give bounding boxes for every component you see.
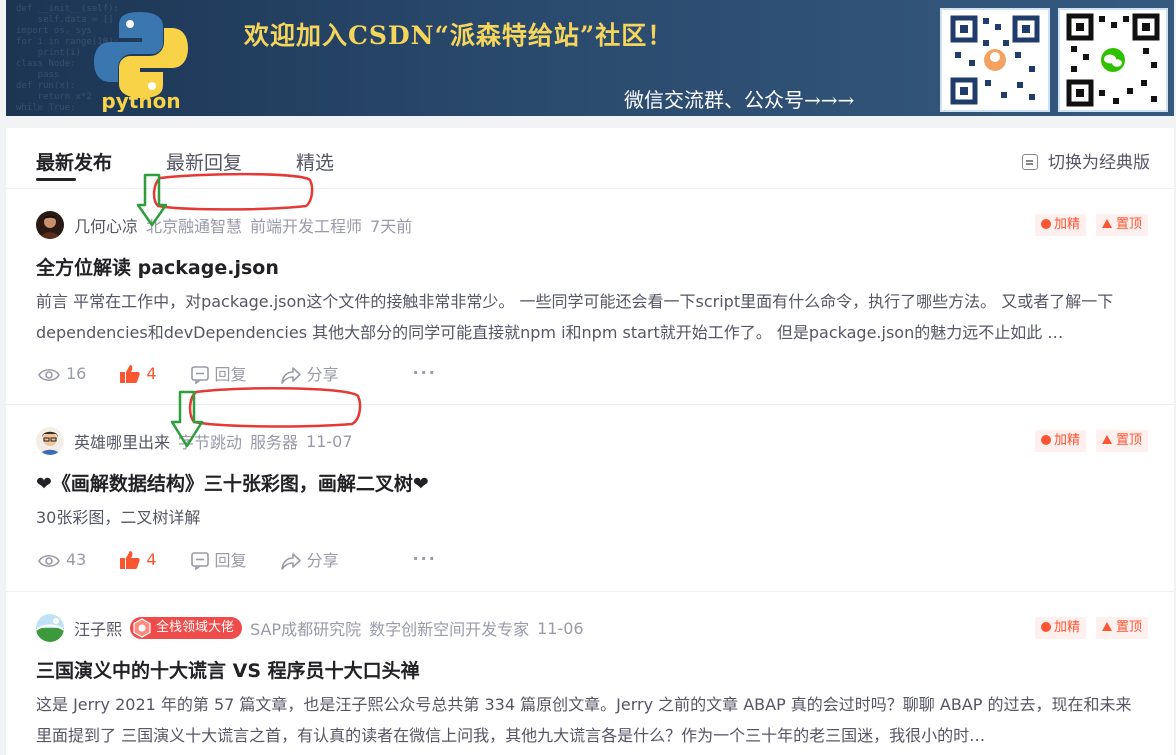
feature-button[interactable]: 加精 (1034, 214, 1086, 236)
switch-layout-icon (1022, 154, 1038, 170)
like-count: 4 (146, 549, 157, 569)
view-count-value: 43 (66, 549, 87, 569)
author-company: 北京融通智慧 (146, 217, 243, 236)
author-name[interactable]: 几何心凉 (74, 217, 138, 236)
switch-classic-label: 切换为经典版 (1048, 153, 1150, 173)
post-actions: 43 4 回复 分享 ··· (38, 547, 437, 571)
post-title[interactable]: 全方位解读 package.json (36, 253, 279, 280)
pin-top-icon (1101, 219, 1112, 228)
post-time: 11-06 (537, 618, 584, 638)
author-name[interactable]: 英雄哪里出来 (74, 433, 170, 452)
view-count: 16 (38, 364, 86, 383)
thumbs-up-icon (120, 364, 141, 383)
reply-label: 回复 (214, 551, 247, 570)
post-excerpt[interactable]: 前言 平常在工作中，对package.json这个文件的接触非常非常少。 一些同… (36, 286, 1150, 348)
pin-button[interactable]: 置顶 (1095, 617, 1148, 639)
comment-icon (190, 552, 209, 571)
share-label: 分享 (306, 365, 339, 384)
wechat-group-qr-code[interactable] (940, 8, 1050, 112)
feature-label: 加精 (1053, 433, 1080, 448)
post-item[interactable]: 英雄哪里出来 字节跳动 服务器 11-07 加精 置顶 ❤《画解数据结构》三十张彩图，画… (6, 405, 1174, 592)
community-banner[interactable]: def __init__(self): self.data = [] impor… (6, 0, 1174, 116)
banner-title: 欢迎加入CSDN“派森特给站”社区！ (244, 21, 674, 50)
qr-code-icon (945, 10, 1045, 110)
author-position: 服务器 (250, 433, 299, 452)
feature-button[interactable]: 加精 (1034, 430, 1086, 452)
share-icon (280, 367, 301, 384)
pin-button[interactable]: 置顶 (1095, 430, 1148, 452)
pin-top-icon (1101, 435, 1112, 444)
expert-badge-label: 全栈领域大佬 (156, 620, 235, 635)
post-time: 11-07 (306, 431, 353, 451)
switch-classic-button[interactable]: 切换为经典版 (1022, 148, 1150, 173)
pin-label: 置顶 (1115, 217, 1142, 232)
eye-icon (38, 368, 60, 381)
comment-icon (190, 366, 209, 385)
view-count-value: 16 (66, 363, 87, 383)
pin-label: 置顶 (1115, 620, 1142, 635)
post-item[interactable]: 汪子熙 全栈领域大佬 SAP成都研究院 数字创新空间开发专家 11-06 加精 置顶 三国… (6, 592, 1174, 755)
post-admin-tags: 加精 置顶 (1025, 429, 1148, 452)
post-meta: 英雄哪里出来 字节跳动 服务器 11-07 (36, 427, 353, 455)
author-name[interactable]: 汪子熙 (74, 620, 122, 639)
more-options-icon[interactable]: ··· (413, 363, 437, 382)
author-company: SAP成都研究院 (250, 620, 362, 639)
pin-top-icon (1101, 622, 1112, 631)
post-meta: 几何心凉 北京融通智慧 前端开发工程师 7天前 (36, 211, 412, 239)
post-excerpt[interactable]: 30张彩图，二叉树详解 (36, 502, 1150, 533)
avatar[interactable] (36, 211, 64, 239)
post-actions: 16 4 回复 分享 ··· (38, 361, 437, 385)
reply-button[interactable]: 回复 (190, 547, 247, 571)
thumbs-up-icon (120, 550, 141, 569)
pin-label: 置顶 (1115, 433, 1142, 448)
reply-label: 回复 (214, 365, 247, 384)
feature-label: 加精 (1053, 217, 1080, 232)
feed-tabs: 最新发布 最新回复 精选 切换为经典版 (6, 128, 1174, 189)
author-company: 字节跳动 (178, 433, 243, 452)
post-feed: 最新发布 最新回复 精选 切换为经典版 几何心凉 北京融通智慧 前端开发工程师 7天前… (6, 128, 1174, 755)
pin-button[interactable]: 置顶 (1095, 214, 1148, 236)
like-count: 4 (146, 363, 157, 383)
tab-latest-posts[interactable]: 最新发布 (36, 148, 112, 175)
tab-featured[interactable]: 精选 (296, 148, 334, 175)
python-logo-icon: python (94, 12, 188, 112)
avatar[interactable] (36, 427, 64, 455)
star-icon (1040, 435, 1051, 445)
post-title[interactable]: 三国演义中的十大谎言 VS 程序员十大口头禅 (36, 656, 420, 683)
post-item[interactable]: 几何心凉 北京融通智慧 前端开发工程师 7天前 加精 置顶 全方位解读 package.… (6, 189, 1174, 405)
feature-button[interactable]: 加精 (1034, 617, 1086, 639)
like-button[interactable]: 4 (120, 363, 157, 383)
post-excerpt[interactable]: 这是 Jerry 2021 年的第 57 篇文章，也是汪子熙公众号总共第 334… (36, 689, 1150, 751)
star-icon (1040, 622, 1051, 632)
more-options-icon[interactable]: ··· (413, 549, 437, 568)
author-position: 数字创新空间开发专家 (369, 620, 530, 639)
feature-label: 加精 (1053, 620, 1080, 635)
author-position: 前端开发工程师 (250, 217, 363, 236)
expert-badge[interactable]: 全栈领域大佬 (130, 617, 243, 639)
share-icon (280, 553, 301, 570)
official-account-qr-code[interactable] (1058, 8, 1168, 112)
view-count: 43 (38, 550, 86, 569)
share-button[interactable]: 分享 (280, 361, 339, 385)
share-button[interactable]: 分享 (280, 547, 339, 571)
like-button[interactable]: 4 (120, 549, 157, 569)
python-logo-text: python (101, 89, 180, 112)
post-admin-tags: 加精 置顶 (1025, 616, 1148, 639)
star-icon (1040, 219, 1051, 229)
share-label: 分享 (306, 551, 339, 570)
post-admin-tags: 加精 置顶 (1025, 213, 1148, 236)
qr-code-icon (1063, 10, 1163, 110)
eye-icon (38, 554, 60, 567)
medal-icon (133, 618, 151, 638)
post-meta: 汪子熙 全栈领域大佬 SAP成都研究院 数字创新空间开发专家 11-06 (36, 614, 584, 642)
avatar[interactable] (36, 614, 64, 642)
active-tab-indicator (36, 178, 76, 181)
post-time: 7天前 (370, 217, 413, 236)
banner-subtitle: 微信交流群、公众号→→→ (624, 88, 855, 112)
reply-button[interactable]: 回复 (190, 361, 247, 385)
post-title[interactable]: ❤《画解数据结构》三十张彩图，画解二叉树❤ (36, 469, 429, 496)
tab-latest-replies[interactable]: 最新回复 (166, 148, 242, 175)
